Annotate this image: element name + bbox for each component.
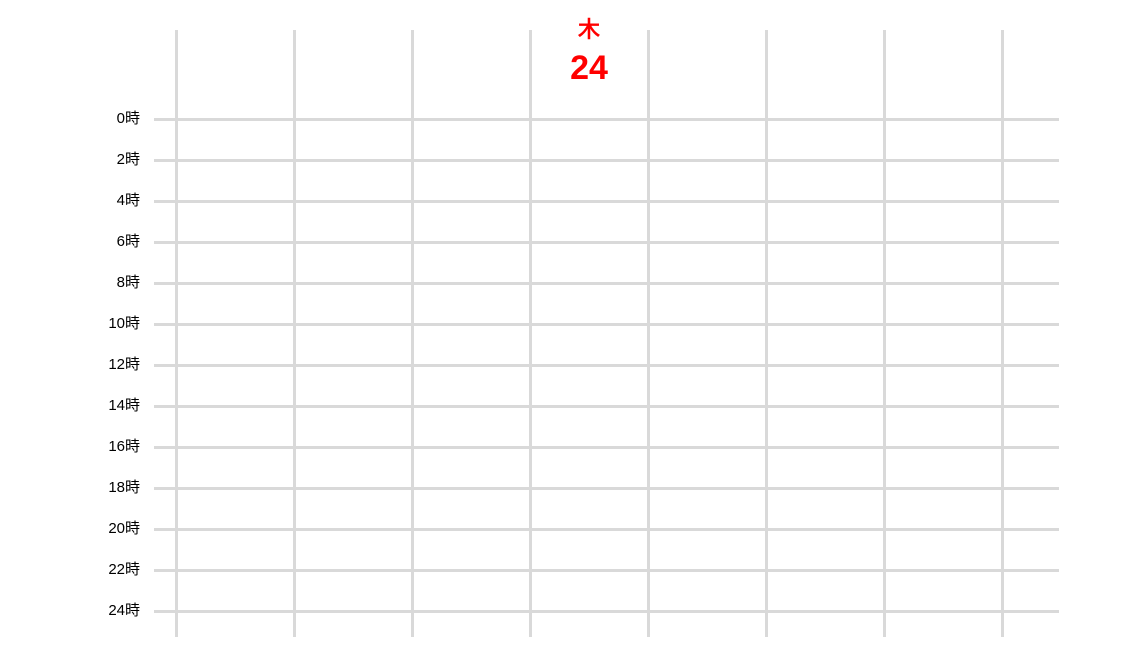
hour-label: 4時: [116, 192, 140, 209]
hour-label: 0時: [116, 110, 140, 127]
day-column-line: [411, 30, 414, 637]
day-column-line: [883, 30, 886, 637]
hour-label: 2時: [116, 151, 140, 168]
hour-row-line: [154, 487, 1059, 490]
hour-label: 6時: [116, 233, 140, 250]
hour-label: 18時: [108, 479, 140, 496]
hour-label: 20時: [108, 520, 140, 537]
hour-label: 10時: [108, 315, 140, 332]
day-header-weekday: 木: [577, 18, 600, 43]
day-header-thursday[interactable]: 木 24: [530, 18, 648, 88]
hour-row-line: [154, 159, 1059, 162]
hour-row-line: [154, 610, 1059, 613]
hour-row-line: [154, 323, 1059, 326]
hour-row-line: [154, 118, 1059, 121]
hour-label: 12時: [108, 356, 140, 373]
day-column-line: [765, 30, 768, 637]
day-column-line: [1001, 30, 1004, 637]
hour-label: 24時: [108, 602, 140, 619]
hour-row-line: [154, 200, 1059, 203]
hour-row-line: [154, 569, 1059, 572]
hour-row-line: [154, 364, 1059, 367]
day-column-line: [647, 30, 650, 637]
hour-row-line: [154, 241, 1059, 244]
hour-row-line: [154, 282, 1059, 285]
hour-label: 8時: [116, 274, 140, 291]
day-column-line: [293, 30, 296, 637]
day-header-date: 24: [570, 49, 608, 87]
hour-row-line: [154, 528, 1059, 531]
hour-row-line: [154, 405, 1059, 408]
day-column-line: [175, 30, 178, 637]
day-column-line: [529, 30, 532, 637]
hour-label: 16時: [108, 438, 140, 455]
hour-label: 22時: [108, 561, 140, 578]
hour-row-line: [154, 446, 1059, 449]
week-calendar-grid: 0時 2時 4時 6時 8時 10時 12時 14時 16時 18時 20時 22時 24時 木 24: [0, 0, 1123, 649]
hour-label: 14時: [108, 397, 140, 414]
